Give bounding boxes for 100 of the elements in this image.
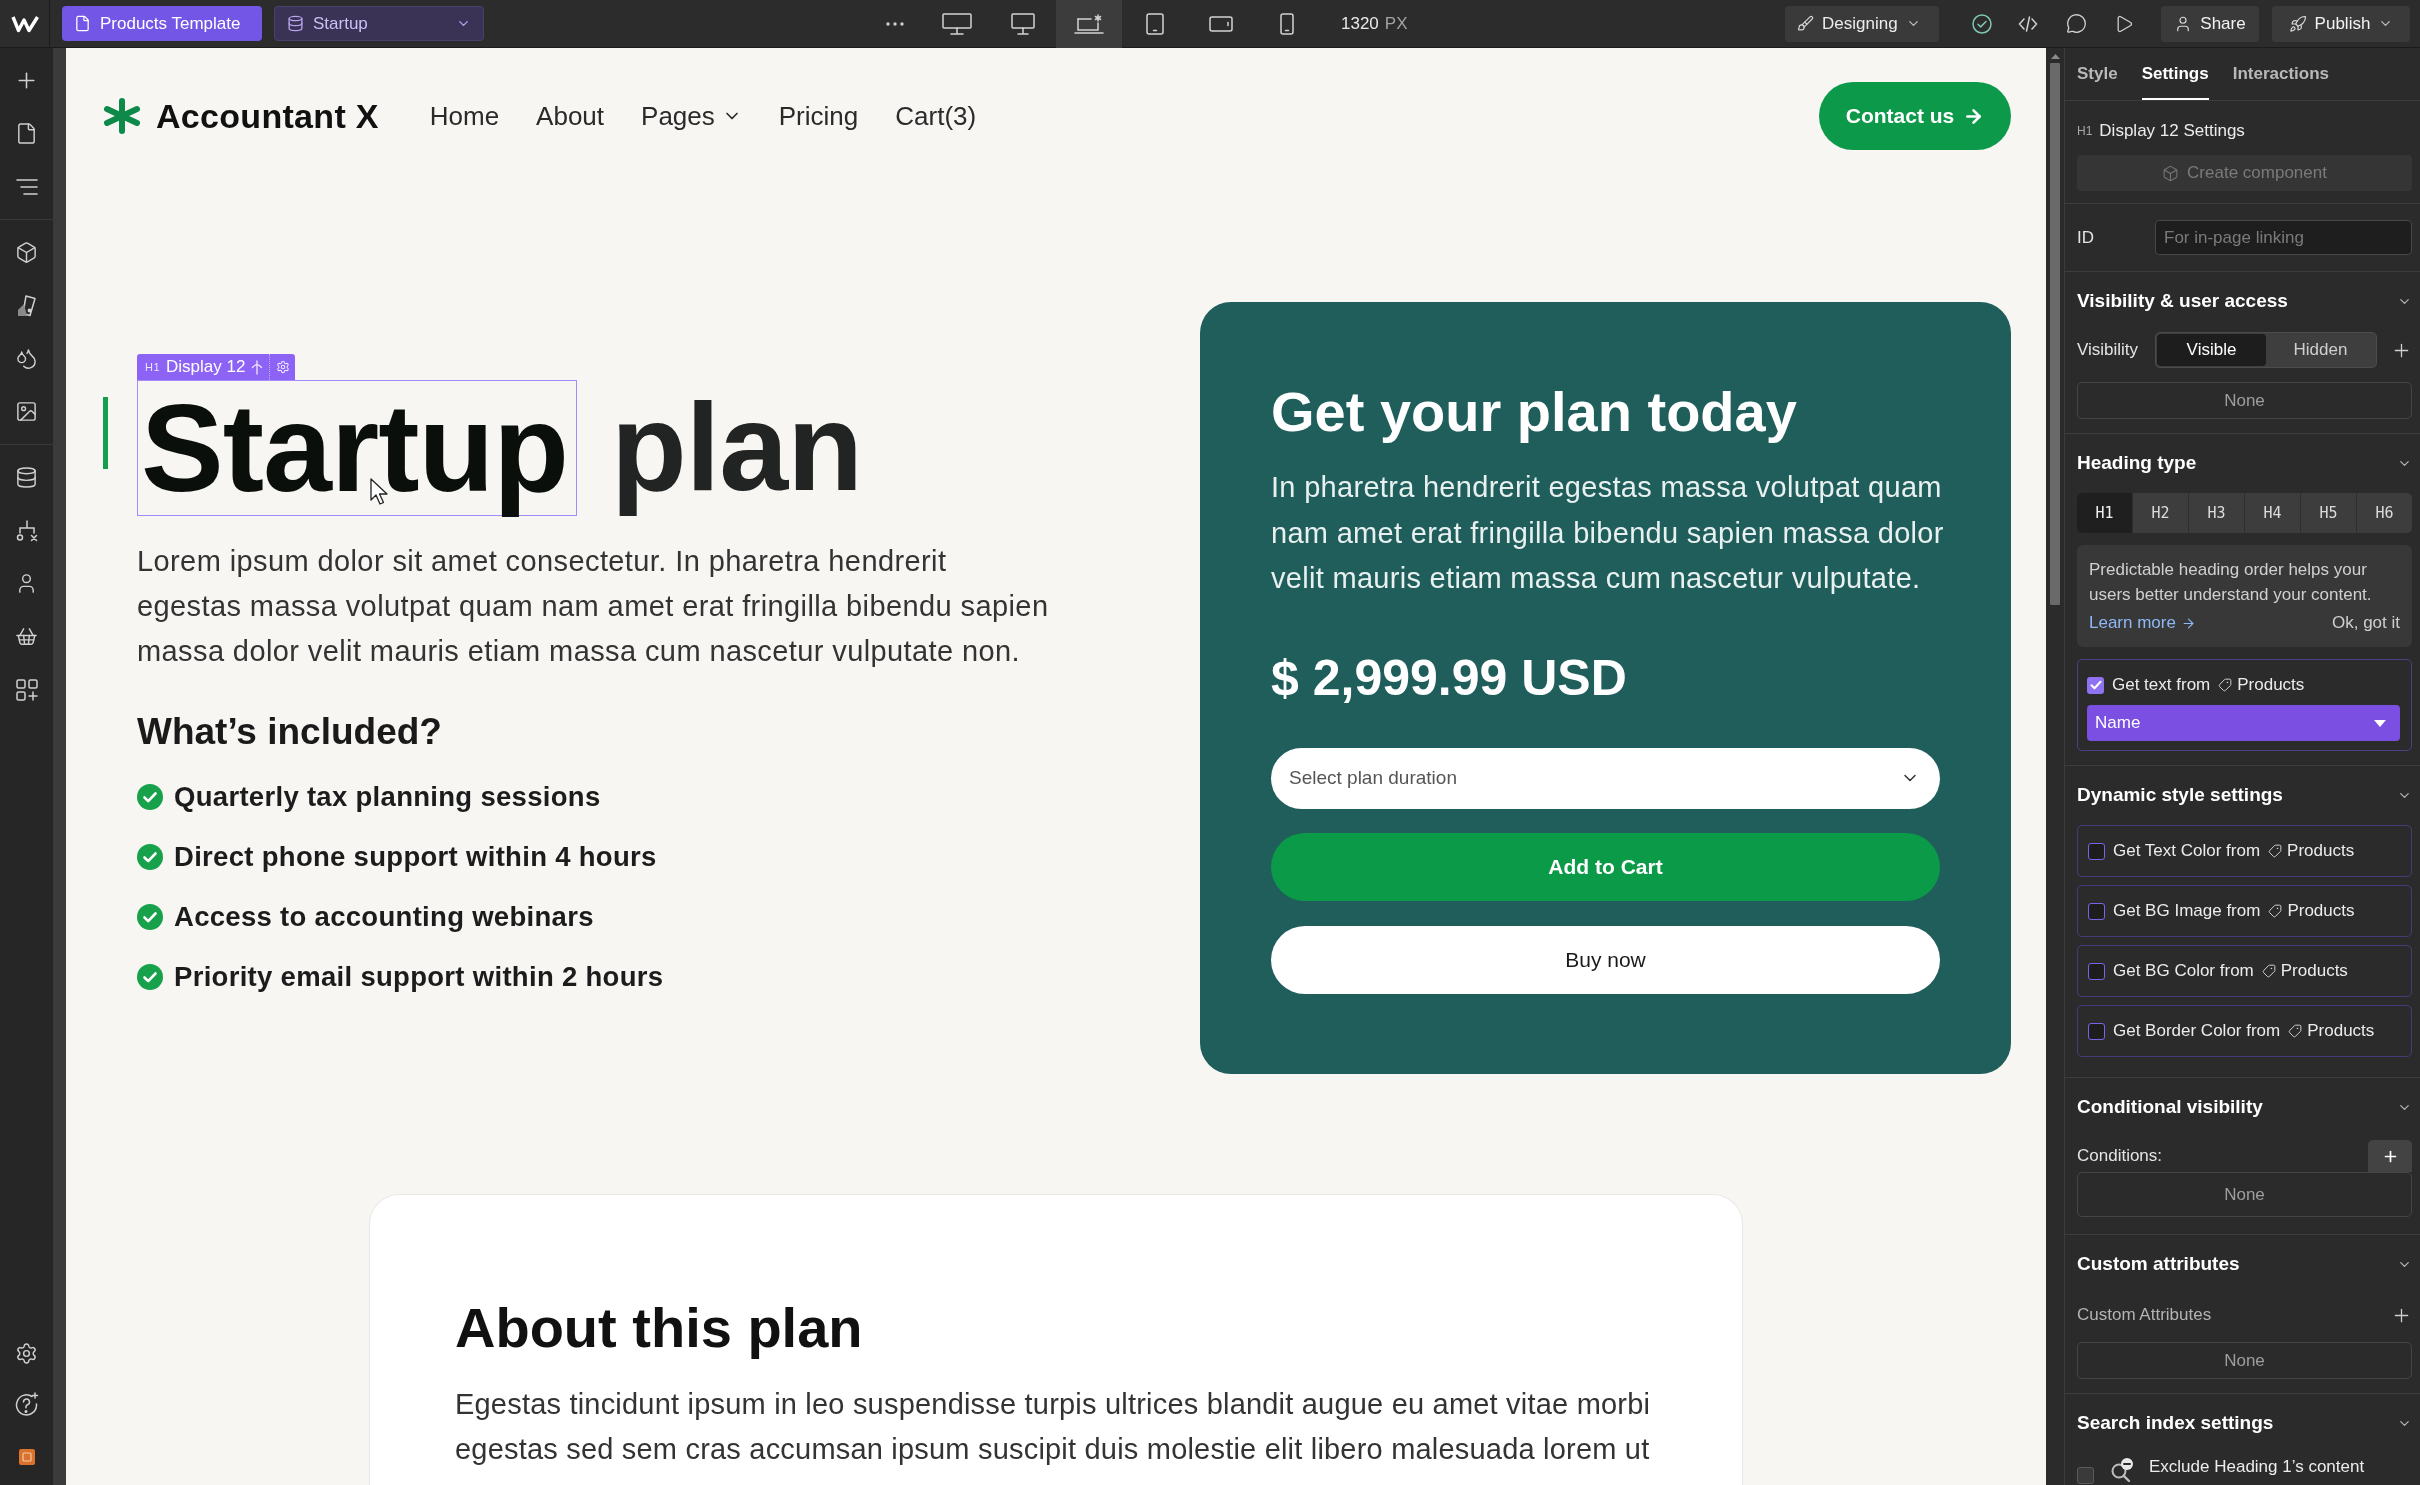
- image-icon[interactable]: [15, 400, 38, 423]
- source-name: Products: [2307, 1021, 2375, 1041]
- subheading: What’s included?: [137, 710, 442, 754]
- rocket-icon: [2288, 14, 2307, 33]
- binding-label: Get BG Color from: [2113, 961, 2254, 981]
- scrollbar-thumb[interactable]: [2050, 63, 2060, 605]
- section-heading: Visibility & user access: [2077, 290, 2288, 312]
- dismiss-link[interactable]: Ok, got it: [2331, 613, 2400, 633]
- logo-icon: [102, 97, 142, 135]
- nav-link[interactable]: Home: [429, 100, 500, 132]
- laptop-star-icon[interactable]: [1074, 13, 1104, 34]
- section-heading: Custom attributes: [2077, 1253, 2240, 1275]
- cube-icon[interactable]: [15, 241, 38, 264]
- checkbox[interactable]: [2087, 676, 2104, 694]
- share-button[interactable]: Share: [2161, 5, 2259, 42]
- app-badge-icon[interactable]: [18, 1449, 35, 1465]
- feature-text: Direct phone support within 4 hours: [174, 841, 657, 873]
- id-input[interactable]: For in-page linking: [2155, 220, 2412, 255]
- publish-button[interactable]: Publish: [2272, 5, 2410, 42]
- tag-icon: [2268, 904, 2283, 918]
- nav-link[interactable]: Pricing: [778, 100, 859, 132]
- learn-more-link[interactable]: Learn more: [2089, 613, 2196, 633]
- collection-select[interactable]: Startup: [274, 6, 484, 41]
- feature-text: Priority email support within 2 hours: [174, 961, 664, 993]
- element-tag: H1: [145, 361, 161, 373]
- panel-tab[interactable]: Interactions: [2232, 48, 2330, 100]
- branch-icon[interactable]: [251, 359, 264, 375]
- checkbox[interactable]: [2088, 962, 2105, 980]
- nav-link[interactable]: Cart(3): [895, 100, 977, 132]
- option-label: Exclude Heading 1’s content: [2149, 1456, 2365, 1478]
- comment-icon[interactable]: [2065, 13, 2087, 34]
- settings-icon[interactable]: [15, 1341, 38, 1365]
- feature-text: Quarterly tax planning sessions: [174, 781, 601, 813]
- field-select[interactable]: Name: [2087, 705, 2400, 741]
- check-circle-icon[interactable]: [1972, 13, 1992, 34]
- segment-option[interactable]: Hidden: [2266, 334, 2375, 366]
- heading-level-option[interactable]: H3: [2188, 493, 2244, 533]
- nav-link[interactable]: About: [536, 100, 605, 132]
- checkbox[interactable]: [2088, 1022, 2105, 1040]
- buy-now-button[interactable]: Buy now: [1271, 926, 1940, 994]
- checkbox[interactable]: [2088, 902, 2105, 920]
- list-icon[interactable]: [14, 177, 39, 196]
- add-to-cart-button[interactable]: Add to Cart: [1271, 833, 1940, 902]
- source-name: Products: [2237, 675, 2305, 695]
- scroll-up-icon[interactable]: [2050, 54, 2060, 59]
- element-label[interactable]: H1 Display 12: [137, 354, 296, 380]
- database-icon[interactable]: [15, 466, 38, 489]
- card-title: Get your plan today: [1271, 380, 1798, 444]
- heading-level-option[interactable]: H5: [2300, 493, 2356, 533]
- empty-list: None: [2077, 1172, 2412, 1217]
- swatch-icon[interactable]: [15, 293, 38, 318]
- source-name: Products: [2280, 961, 2348, 981]
- feature-text: Access to accounting webinars: [174, 901, 594, 933]
- tag-icon: [2288, 1024, 2303, 1038]
- page-button[interactable]: Products Template: [62, 6, 262, 41]
- unit-label: PX: [1384, 13, 1408, 34]
- check-circle-icon: [137, 784, 163, 810]
- phone-landscape-icon[interactable]: [1209, 15, 1233, 32]
- flow-icon[interactable]: [14, 518, 39, 543]
- nav-link[interactable]: Pages: [641, 100, 742, 132]
- checkbox[interactable]: [2088, 842, 2105, 860]
- desktop-icon[interactable]: [1011, 12, 1035, 35]
- brand-name: Accountant X: [156, 96, 379, 136]
- breakpoint-button[interactable]: [1056, 0, 1122, 48]
- checkbox[interactable]: [2077, 1467, 2094, 1484]
- empty-list: None: [2077, 382, 2412, 419]
- help-icon[interactable]: [13, 1392, 40, 1418]
- apps-icon[interactable]: [15, 678, 38, 701]
- heading-level-option[interactable]: H6: [2356, 493, 2412, 533]
- cube-icon: [2162, 164, 2180, 182]
- caret-down-icon[interactable]: [2374, 719, 2386, 727]
- contact-button[interactable]: Contact us: [1819, 82, 2011, 150]
- check-circle-icon: [137, 844, 163, 870]
- code-icon[interactable]: [2018, 14, 2038, 33]
- binding-label: Get BG Image from: [2113, 901, 2261, 921]
- desktop-wide-icon[interactable]: [942, 12, 972, 35]
- heading-level-option[interactable]: H1: [2077, 493, 2132, 533]
- tablet-icon[interactable]: [1146, 12, 1164, 35]
- heading-level-option[interactable]: H4: [2244, 493, 2300, 533]
- phone-icon[interactable]: [1280, 12, 1294, 35]
- mode-select[interactable]: Designing: [1785, 5, 1939, 42]
- logo-icon[interactable]: [10, 14, 39, 33]
- settings-title: Display 12 Settings: [2099, 121, 2245, 141]
- price-text: $ 2,999.99 USD: [1271, 648, 1628, 707]
- segment-option[interactable]: Visible: [2157, 334, 2266, 366]
- page-icon[interactable]: [15, 122, 38, 145]
- heading-level-option[interactable]: H2: [2132, 493, 2188, 533]
- panel-tab[interactable]: Settings: [2141, 48, 2209, 100]
- field-label: Visibility: [2077, 340, 2140, 360]
- droplets-icon[interactable]: [15, 347, 38, 370]
- add-condition-button[interactable]: [2368, 1140, 2412, 1172]
- binding-label: Get Text Color from: [2113, 841, 2261, 861]
- section-heading: Dynamic style settings: [2077, 784, 2283, 806]
- page-heading[interactable]: Startup: [137, 380, 577, 516]
- more-icon[interactable]: [886, 21, 904, 26]
- basket-icon[interactable]: [15, 625, 38, 648]
- duration-select[interactable]: Select plan duration: [1271, 747, 1940, 810]
- card-text: In pharetra hendrerit egestas massa volutpat quam nam amet erat fringilla bibendu sapien massa dolor velit mauris etiam massa cum nascetur vulputate.: [1271, 470, 1945, 596]
- panel-tab[interactable]: Style: [2077, 48, 2118, 100]
- page-icon: [74, 15, 91, 32]
